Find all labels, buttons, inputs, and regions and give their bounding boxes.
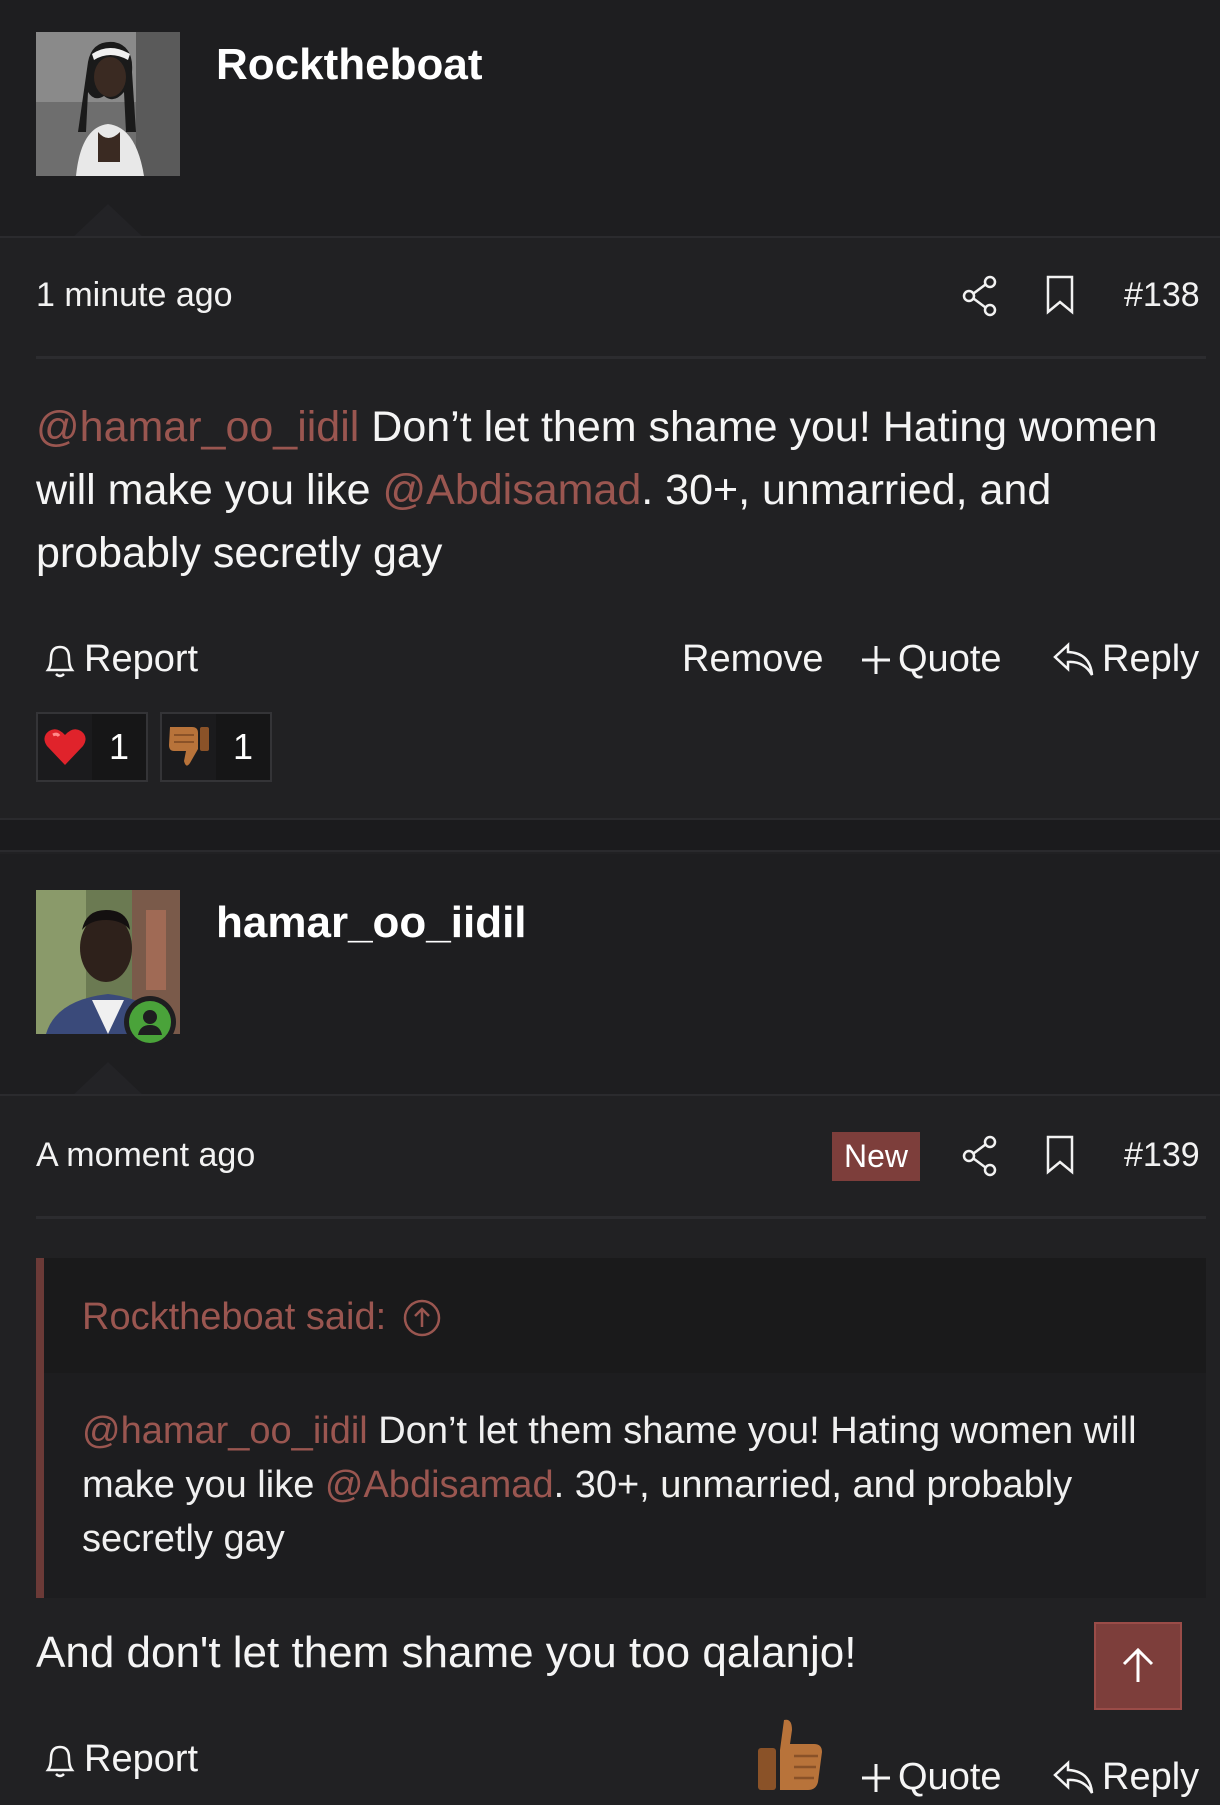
- report-button[interactable]: Report: [42, 1738, 198, 1781]
- post-time[interactable]: 1 minute ago: [36, 276, 233, 315]
- reply-label: Reply: [1102, 1756, 1200, 1798]
- quote-block: Rocktheboat said: @hamar_oo_iidil Don’t …: [36, 1258, 1206, 1598]
- bell-icon: [45, 645, 75, 677]
- post-username[interactable]: hamar_oo_iidil: [216, 898, 527, 948]
- reaction-count: 1: [92, 714, 146, 780]
- reaction-count: 1: [216, 714, 270, 780]
- header-divider: [0, 236, 1220, 238]
- quote-button[interactable]: Quote: [860, 638, 1002, 681]
- quote-label: Quote: [898, 1756, 1002, 1798]
- share-icon[interactable]: [960, 274, 1000, 323]
- thumbs-down-icon: [162, 714, 216, 780]
- online-status-icon: [124, 996, 176, 1048]
- post-time[interactable]: A moment ago: [36, 1136, 255, 1175]
- quote-author: Rocktheboat said:: [82, 1296, 387, 1338]
- post-body: @hamar_oo_iidil Don’t let them shame you…: [36, 396, 1186, 585]
- quote-label: Quote: [898, 638, 1002, 680]
- arrow-up-icon: [1122, 1647, 1154, 1682]
- meta-divider: [36, 1216, 1206, 1219]
- bookmark-icon[interactable]: [1044, 1134, 1076, 1181]
- quote-attribution[interactable]: Rocktheboat said:: [82, 1296, 442, 1339]
- post-header: [0, 0, 1220, 236]
- post-header: [0, 854, 1220, 1094]
- plus-icon: [862, 645, 890, 674]
- meta-divider: [36, 356, 1206, 359]
- heart-icon: [38, 714, 92, 780]
- post-number[interactable]: #139: [1124, 1136, 1200, 1175]
- plus-icon: [862, 1763, 890, 1792]
- reply-icon: [1053, 1759, 1094, 1794]
- post-body: And don't let them shame you too qalanjo…: [36, 1628, 857, 1677]
- quote-text: @hamar_oo_iidil Don’t let them shame you…: [82, 1404, 1182, 1566]
- mention-link[interactable]: @Abdisamad: [325, 1464, 554, 1506]
- mention-link[interactable]: @hamar_oo_iidil: [82, 1410, 368, 1452]
- reaction-thumbs-down[interactable]: 1: [160, 712, 272, 782]
- remove-label: Remove: [682, 638, 824, 680]
- mention-link[interactable]: @Abdisamad: [383, 466, 642, 514]
- reply-button[interactable]: Reply: [1052, 638, 1199, 681]
- reply-label: Reply: [1102, 638, 1200, 680]
- share-icon[interactable]: [960, 1134, 1000, 1183]
- bookmark-icon[interactable]: [1044, 274, 1076, 321]
- report-button[interactable]: Report: [42, 638, 198, 681]
- post-username[interactable]: Rocktheboat: [216, 40, 482, 90]
- thumbs-up-icon[interactable]: [754, 1716, 826, 1797]
- reply-button[interactable]: Reply: [1052, 1756, 1199, 1799]
- scroll-to-top-button[interactable]: [1094, 1622, 1182, 1710]
- arrow-up-circle-icon: [403, 1299, 441, 1336]
- quote-button[interactable]: Quote: [860, 1756, 1002, 1799]
- report-label: Report: [84, 1738, 199, 1780]
- remove-button[interactable]: Remove: [682, 638, 824, 681]
- bell-icon: [45, 1745, 75, 1777]
- new-badge: New: [832, 1132, 921, 1181]
- header-caret: [72, 1062, 144, 1096]
- post-number[interactable]: #138: [1124, 276, 1200, 315]
- header-caret: [72, 204, 144, 238]
- avatar[interactable]: [36, 32, 180, 176]
- reaction-heart[interactable]: 1: [36, 712, 148, 782]
- reply-icon: [1053, 641, 1094, 676]
- header-divider: [0, 1094, 1220, 1096]
- post-divider: [0, 818, 1220, 852]
- report-label: Report: [84, 638, 199, 680]
- mention-link[interactable]: @hamar_oo_iidil: [36, 403, 359, 451]
